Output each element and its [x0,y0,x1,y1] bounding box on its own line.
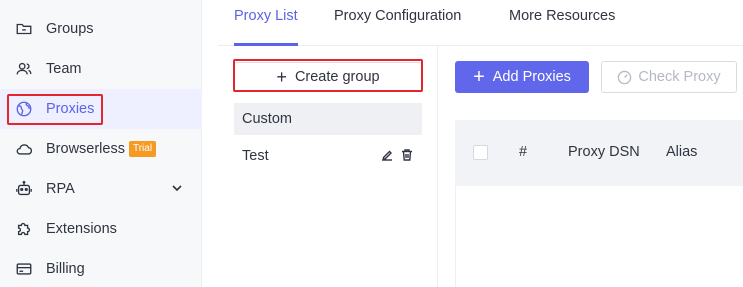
plus-icon: + [276,67,287,87]
chevron-down-icon[interactable] [170,181,184,195]
sidebar-item-groups[interactable]: Groups [0,9,202,49]
sidebar-item-label: Billing [46,261,85,277]
trial-badge: Trial [128,141,157,157]
add-proxies-label: Add Proxies [492,69,571,85]
column-header-proxy-dsn: Proxy DSN [568,144,640,160]
tab-bar: Proxy List Proxy Configuration More Reso… [218,0,743,46]
tab-more-resources[interactable]: More Resources [509,8,615,24]
group-item-custom[interactable]: Custom [234,103,422,135]
sidebar-item-label: Browserless [46,141,125,157]
users-icon [14,59,34,79]
sidebar-item-rpa[interactable]: RPA [0,169,202,209]
sidebar-item-label: Proxies [46,101,95,117]
create-group-label: Create group [294,69,380,85]
column-header-alias: Alias [666,144,698,160]
group-panel: + Create group Custom Test [218,46,438,287]
check-proxy-button[interactable]: Check Proxy [601,61,737,93]
trash-icon[interactable] [400,148,414,162]
sidebar-item-billing[interactable]: Billing [0,249,202,287]
tab-proxy-list[interactable]: Proxy List [234,8,298,24]
sidebar-item-browserless[interactable]: Browserless Trial [0,129,202,169]
add-proxies-button[interactable]: + Add Proxies [455,61,589,93]
sidebar-item-label: Extensions [46,221,117,237]
sidebar-item-label: Team [46,61,82,77]
edit-icon[interactable] [380,148,394,162]
column-header-index: # [519,144,528,160]
folder-icon [14,19,34,39]
select-all-checkbox[interactable] [473,145,488,160]
globe-icon [14,99,34,119]
sidebar-item-label: Groups [46,21,94,37]
table-header: # Proxy DSN Alias [455,120,743,186]
create-group-button[interactable]: + Create group [234,62,422,92]
gauge-icon [618,70,632,84]
group-item-label: Custom [242,111,292,127]
sidebar-item-label: RPA [46,181,75,197]
sidebar-item-team[interactable]: Team [0,49,202,89]
group-item-test[interactable]: Test [234,140,422,172]
credit-card-icon [14,259,34,279]
group-item-label: Test [242,148,269,164]
robot-icon [14,179,34,199]
check-proxy-label: Check Proxy [638,69,721,85]
puzzle-icon [14,219,34,239]
cloud-icon [14,139,34,159]
table-body [455,186,743,287]
tab-proxy-configuration[interactable]: Proxy Configuration [334,8,461,24]
sidebar: Groups Team Proxies Browserless Trial RP… [0,0,202,287]
sidebar-item-proxies[interactable]: Proxies [0,89,202,129]
sidebar-item-extensions[interactable]: Extensions [0,209,202,249]
plus-icon: + [473,66,485,88]
